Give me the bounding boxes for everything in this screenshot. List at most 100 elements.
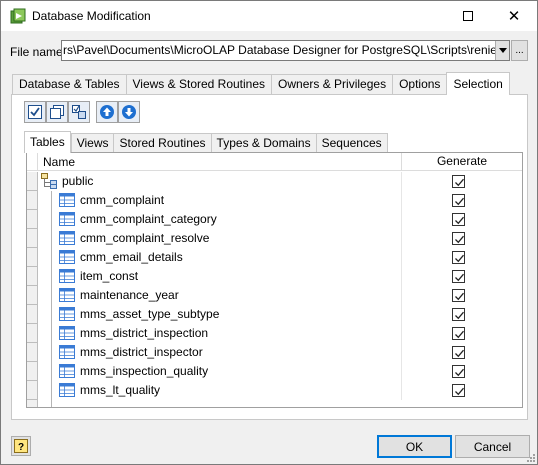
- tree-line: [51, 362, 52, 381]
- column-header-name[interactable]: Name: [43, 155, 75, 169]
- checkmark-icon: [455, 387, 464, 396]
- table-name: maintenance_year: [80, 288, 179, 302]
- selection-toolbar: [24, 101, 140, 123]
- uncheck-all-button[interactable]: [46, 101, 68, 123]
- tab-selection[interactable]: Selection: [446, 72, 510, 95]
- cancel-button[interactable]: Cancel: [455, 435, 530, 458]
- column-header-generate[interactable]: Generate: [401, 153, 522, 171]
- row-indicator: [27, 362, 38, 381]
- objects-grid[interactable]: Name Generate public cmm_complaint cmm_c…: [26, 152, 523, 408]
- browse-button-label: ...: [515, 44, 524, 56]
- generate-checkbox[interactable]: [452, 346, 465, 359]
- object-type-tab-strip: Tables Views Stored Routines Types & Dom…: [24, 131, 388, 153]
- tree-line: [51, 191, 52, 210]
- tab-views[interactable]: Views: [70, 133, 114, 153]
- tab-label: Sequences: [321, 136, 382, 150]
- table-name: mms_lt_quality: [80, 383, 161, 397]
- table-icon: [59, 250, 75, 264]
- checkmark-icon: [455, 216, 464, 225]
- generate-checkbox[interactable]: [452, 289, 465, 302]
- table-row[interactable]: cmm_complaint_resolve: [27, 229, 522, 248]
- row-indicator: [27, 324, 38, 343]
- tab-label: Options: [399, 77, 441, 91]
- tab-label: Database & Tables: [19, 77, 120, 91]
- row-indicator: [27, 172, 38, 191]
- grid-header: Name Generate: [27, 153, 522, 171]
- generate-checkbox[interactable]: [452, 175, 465, 188]
- checkmark-icon: [455, 292, 464, 301]
- generate-checkbox[interactable]: [452, 194, 465, 207]
- tab-label: Views & Stored Routines: [132, 77, 266, 91]
- tab-types-domains[interactable]: Types & Domains: [210, 133, 316, 153]
- table-row[interactable]: cmm_email_details: [27, 248, 522, 267]
- checkmark-icon: [455, 349, 464, 358]
- move-up-button[interactable]: [96, 101, 118, 123]
- table-name: mms_district_inspection: [80, 326, 209, 340]
- move-down-button[interactable]: [118, 101, 140, 123]
- file-name-value: rs\Pavel\Documents\MicroOLAP Database De…: [63, 43, 510, 57]
- invert-selection-icon: [72, 105, 86, 119]
- row-indicator: [27, 286, 38, 305]
- file-name-label: File name: [10, 45, 63, 59]
- table-row[interactable]: item_const: [27, 267, 522, 286]
- checkmark-icon: [455, 254, 464, 263]
- ok-button[interactable]: OK: [377, 435, 452, 458]
- table-row[interactable]: mms_asset_type_subtype: [27, 305, 522, 324]
- tab-owners-privileges[interactable]: Owners & Privileges: [271, 74, 393, 95]
- checkmark-icon: [455, 273, 464, 282]
- table-name: cmm_complaint: [80, 193, 165, 207]
- table-row[interactable]: maintenance_year: [27, 286, 522, 305]
- table-row[interactable]: mms_district_inspector: [27, 343, 522, 362]
- help-button[interactable]: ?: [11, 436, 31, 456]
- ok-button-label: OK: [405, 439, 424, 454]
- table-name: cmm_complaint_resolve: [80, 231, 210, 245]
- table-icon: [59, 231, 75, 245]
- tab-stored-routines[interactable]: Stored Routines: [113, 133, 211, 153]
- generate-checkbox[interactable]: [452, 232, 465, 245]
- generate-checkbox[interactable]: [452, 213, 465, 226]
- checkmark-icon: [455, 197, 464, 206]
- maximize-button[interactable]: [445, 1, 491, 31]
- checkmark-icon: [455, 330, 464, 339]
- table-name: mms_inspection_quality: [80, 364, 209, 378]
- row-indicator: [27, 305, 38, 324]
- file-name-combo[interactable]: rs\Pavel\Documents\MicroOLAP Database De…: [61, 40, 510, 61]
- tree-line: [51, 229, 52, 248]
- selection-panel: Tables Views Stored Routines Types & Dom…: [11, 94, 528, 420]
- svg-text:?: ?: [18, 442, 24, 453]
- table-row[interactable]: mms_lt_quality: [27, 381, 522, 400]
- table-row[interactable]: mms_district_inspection: [27, 324, 522, 343]
- tree-line: [51, 305, 52, 324]
- tab-options[interactable]: Options: [392, 74, 447, 95]
- tab-tables[interactable]: Tables: [24, 131, 71, 153]
- table-icon: [59, 193, 75, 207]
- table-row[interactable]: mms_inspection_quality: [27, 362, 522, 381]
- schema-icon: [41, 173, 57, 189]
- tree-line: [51, 324, 52, 343]
- tab-sequences[interactable]: Sequences: [315, 133, 388, 153]
- tab-views-stored-routines[interactable]: Views & Stored Routines: [125, 74, 272, 95]
- database-modification-dialog: Database Modification ✕ File name rs\Pav…: [0, 0, 538, 465]
- cancel-button-label: Cancel: [473, 439, 512, 454]
- row-indicator: [27, 210, 38, 229]
- generate-checkbox[interactable]: [452, 327, 465, 340]
- table-row[interactable]: cmm_complaint: [27, 191, 522, 210]
- table-name: mms_district_inspector: [80, 345, 203, 359]
- generate-checkbox[interactable]: [452, 308, 465, 321]
- schema-row[interactable]: public: [27, 172, 522, 191]
- generate-checkbox[interactable]: [452, 251, 465, 264]
- tab-label: Stored Routines: [119, 136, 206, 150]
- generate-checkbox[interactable]: [452, 384, 465, 397]
- table-row[interactable]: cmm_complaint_category: [27, 210, 522, 229]
- invert-selection-button[interactable]: [68, 101, 90, 123]
- generate-checkbox[interactable]: [452, 270, 465, 283]
- tab-database-tables[interactable]: Database & Tables: [12, 74, 126, 95]
- close-button[interactable]: ✕: [491, 1, 537, 31]
- browse-button[interactable]: ...: [511, 40, 528, 61]
- generate-checkbox[interactable]: [452, 365, 465, 378]
- check-all-button[interactable]: [24, 101, 46, 123]
- file-name-dropdown-button[interactable]: [495, 41, 509, 60]
- resize-grip-icon[interactable]: [525, 452, 535, 462]
- tree-line: [51, 286, 52, 305]
- table-icon: [59, 326, 75, 340]
